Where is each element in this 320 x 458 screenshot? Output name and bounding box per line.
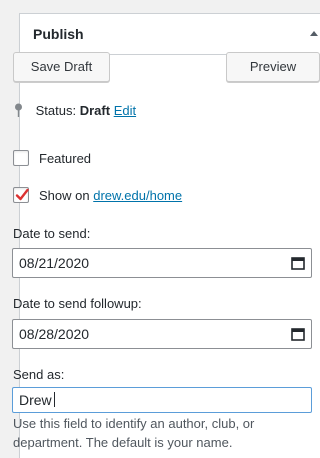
followup-value: 08/28/2020 — [19, 326, 90, 342]
followup-label: Date to send followup: — [13, 296, 142, 311]
text-caret — [53, 392, 55, 407]
send-as-help-text: Use this field to identify an author, cl… — [13, 416, 255, 450]
status-value: Draft — [79, 103, 111, 118]
calendar-icon[interactable] — [291, 256, 305, 270]
checkmark-icon — [15, 188, 29, 201]
date-to-send-value: 08/21/2020 — [19, 255, 90, 271]
status-edit-link[interactable]: Edit — [114, 103, 136, 118]
send-as-value: Drew — [19, 392, 52, 408]
featured-label: Featured — [39, 151, 92, 166]
chevron-up-icon[interactable] — [310, 31, 318, 36]
status-label: Status: — [35, 103, 77, 118]
followup-input[interactable]: 08/28/2020 — [12, 319, 312, 349]
status-row: Status: Draft Edit — [13, 103, 136, 118]
show-on-row[interactable]: Show on drew.edu/home — [13, 187, 182, 203]
send-as-input[interactable]: Drew — [12, 387, 312, 413]
send-as-label: Send as: — [13, 367, 65, 382]
show-on-link[interactable]: drew.edu/home — [93, 188, 182, 203]
featured-checkbox[interactable] — [13, 150, 29, 166]
save-draft-button[interactable]: Save Draft — [13, 52, 110, 82]
featured-row[interactable]: Featured — [13, 150, 91, 166]
panel-title: Publish — [33, 26, 84, 42]
pin-icon — [15, 103, 22, 117]
panel-header[interactable]: Publish — [20, 14, 320, 55]
calendar-icon[interactable] — [291, 327, 305, 341]
show-on-checkbox[interactable] — [13, 187, 29, 203]
date-to-send-input[interactable]: 08/21/2020 — [12, 248, 312, 278]
show-on-label: Show on — [39, 188, 90, 203]
date-to-send-label: Date to send: — [13, 226, 91, 241]
preview-button[interactable]: Preview — [226, 52, 320, 82]
